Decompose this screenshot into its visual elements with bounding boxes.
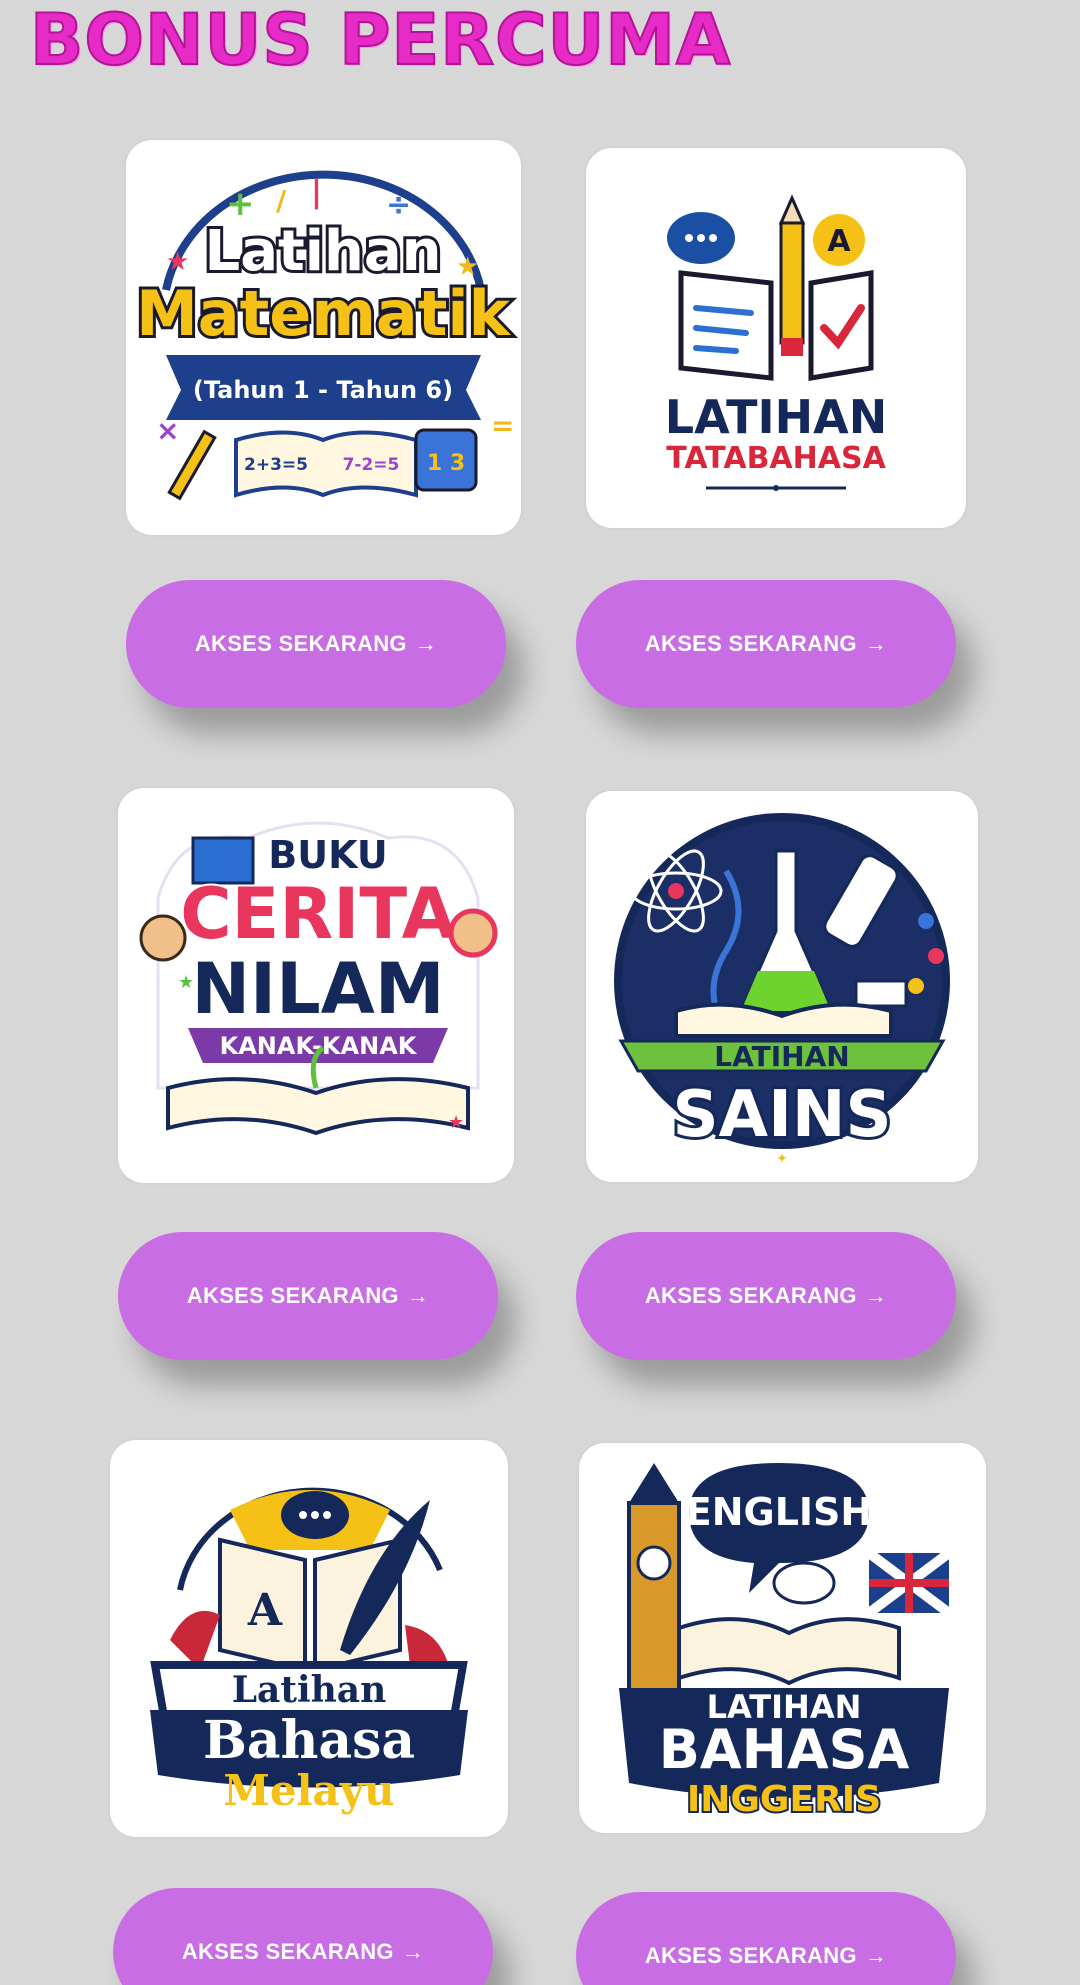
akses-sekarang-button-matematik[interactable]: AKSES SEKARANG → xyxy=(126,580,506,708)
svg-text:=: = xyxy=(491,409,514,442)
card-title-line3: Melayu xyxy=(223,1766,394,1815)
story-book-logo-icon: BUKU CERITA NILAM KANAK-KANAK ★ ★ xyxy=(139,821,498,1136)
card-title-line1: Latihan xyxy=(232,1669,387,1711)
card-title-line1: LATIHAN xyxy=(714,1040,849,1073)
card-title-line2: Bahasa xyxy=(203,1710,415,1771)
speech-bubble-text: ENGLISH xyxy=(686,1490,872,1534)
card-title-line2: TATABAHASA xyxy=(666,441,886,476)
book-left-equation: 2+3=5 xyxy=(244,455,308,475)
card-latihan-bahasa-inggeris: ENGLISH LATIHAN BAHASA INGGERIS xyxy=(579,1443,986,1833)
svg-text:/: / xyxy=(276,184,287,217)
svg-text:★: ★ xyxy=(178,972,194,992)
card-title-line2: SAINS xyxy=(672,1078,891,1152)
malay-language-logo-icon: A Latihan Bahasa Melayu xyxy=(150,1487,468,1815)
card-title-line2: CERITA xyxy=(180,873,456,955)
arrow-right-icon: → xyxy=(401,1939,425,1964)
card-title-line1: Latihan xyxy=(205,219,442,284)
card-latihan-tatabahasa: A LATIHAN TATABAHASA xyxy=(586,148,966,528)
arrow-right-icon: → xyxy=(864,1943,888,1968)
svg-text:÷: ÷ xyxy=(386,188,411,223)
button-label: AKSES SEKARANG xyxy=(644,1943,857,1968)
card-title-line2: BAHASA xyxy=(659,1718,910,1781)
svg-text:★: ★ xyxy=(448,1112,464,1132)
math-logo-icon: + / | ÷ ★ ★ Latihan Matematik (Tahun 1 -… xyxy=(133,170,515,501)
akses-sekarang-button-bahasa-inggeris[interactable]: AKSES SEKARANG → xyxy=(576,1892,956,1985)
svg-text:✦: ✦ xyxy=(776,1150,788,1166)
card-title-line2: Matematik xyxy=(136,277,512,350)
arrow-right-icon: → xyxy=(406,1283,430,1308)
book-letter: A xyxy=(247,1585,283,1636)
book-right-equation: 7-2=5 xyxy=(343,455,400,475)
card-title-line1: LATIHAN xyxy=(665,390,887,444)
card-buku-cerita-nilam: BUKU CERITA NILAM KANAK-KANAK ★ ★ xyxy=(118,788,514,1183)
card-title-line3: INGGERIS xyxy=(687,1779,881,1820)
button-label: AKSES SEKARANG xyxy=(644,631,857,656)
akses-sekarang-button-cerita-nilam[interactable]: AKSES SEKARANG → xyxy=(118,1232,498,1360)
svg-text:×: × xyxy=(156,414,179,447)
svg-text:|: | xyxy=(311,175,322,210)
button-label: AKSES SEKARANG xyxy=(644,1283,857,1308)
arrow-right-icon: → xyxy=(864,631,888,656)
science-logo-icon: LATIHAN SAINS ✦ xyxy=(614,813,950,1166)
arrow-right-icon: → xyxy=(864,1283,888,1308)
arrow-right-icon: → xyxy=(414,631,438,656)
button-label: AKSES SEKARANG xyxy=(186,1283,399,1308)
card-title-line3: NILAM xyxy=(191,948,444,1030)
svg-text:+: + xyxy=(226,184,255,224)
cube-numbers: 1 3 xyxy=(427,451,465,476)
card-latihan-matematik: + / | ÷ ★ ★ Latihan Matematik (Tahun 1 -… xyxy=(126,140,521,535)
card-banner: (Tahun 1 - Tahun 6) xyxy=(193,376,453,404)
badge-letter: A xyxy=(827,224,851,259)
button-label: AKSES SEKARANG xyxy=(181,1939,394,1964)
akses-sekarang-button-bahasa-melayu[interactable]: AKSES SEKARANG → xyxy=(113,1888,493,1985)
page-title: BONUS PERCUMA xyxy=(29,0,732,81)
card-title-line1: BUKU xyxy=(268,833,387,877)
button-label: AKSES SEKARANG xyxy=(194,631,407,656)
english-language-logo-icon: ENGLISH LATIHAN BAHASA INGGERIS xyxy=(619,1463,952,1822)
grammar-logo-icon: A LATIHAN TATABAHASA xyxy=(665,194,887,491)
card-latihan-bahasa-melayu: A Latihan Bahasa Melayu xyxy=(110,1440,508,1837)
card-latihan-sains: LATIHAN SAINS ✦ xyxy=(586,791,978,1182)
akses-sekarang-button-sains[interactable]: AKSES SEKARANG → xyxy=(576,1232,956,1360)
svg-text:★: ★ xyxy=(166,246,189,276)
bonus-page: BONUS PERCUMA + / | ÷ ★ ★ Latihan Matema… xyxy=(0,0,1080,1985)
akses-sekarang-button-tatabahasa[interactable]: AKSES SEKARANG → xyxy=(576,580,956,708)
